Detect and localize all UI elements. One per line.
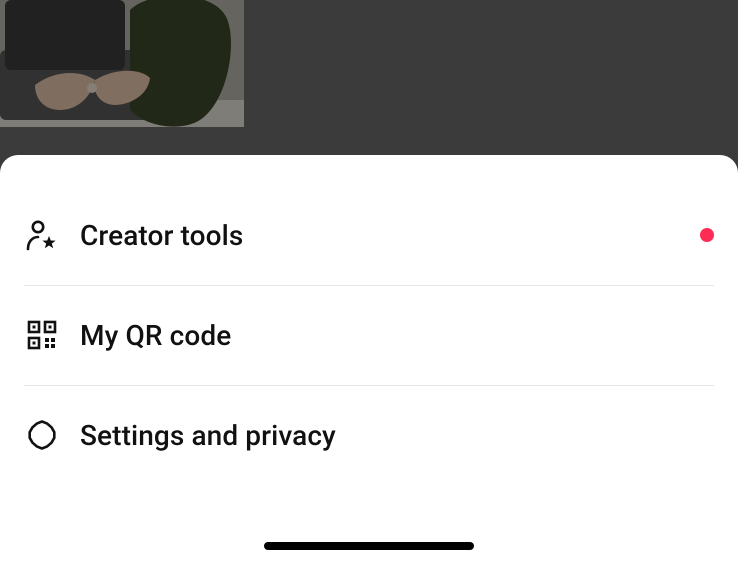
creator-tools-icon (24, 217, 60, 253)
menu-list: Creator tools (0, 185, 738, 485)
menu-item-settings[interactable]: Settings and privacy (0, 385, 738, 485)
settings-icon (24, 417, 60, 453)
menu-item-label: My QR code (80, 319, 231, 352)
menu-item-creator-tools[interactable]: Creator tools (0, 185, 738, 285)
qr-code-icon (24, 317, 60, 353)
notification-dot (700, 228, 714, 242)
app-viewport: Creator tools (0, 0, 738, 564)
menu-item-qr-code[interactable]: My QR code (0, 285, 738, 385)
action-sheet: Creator tools (0, 155, 738, 564)
home-indicator[interactable] (264, 542, 474, 550)
menu-item-label: Settings and privacy (80, 419, 336, 452)
menu-item-label: Creator tools (80, 219, 243, 252)
